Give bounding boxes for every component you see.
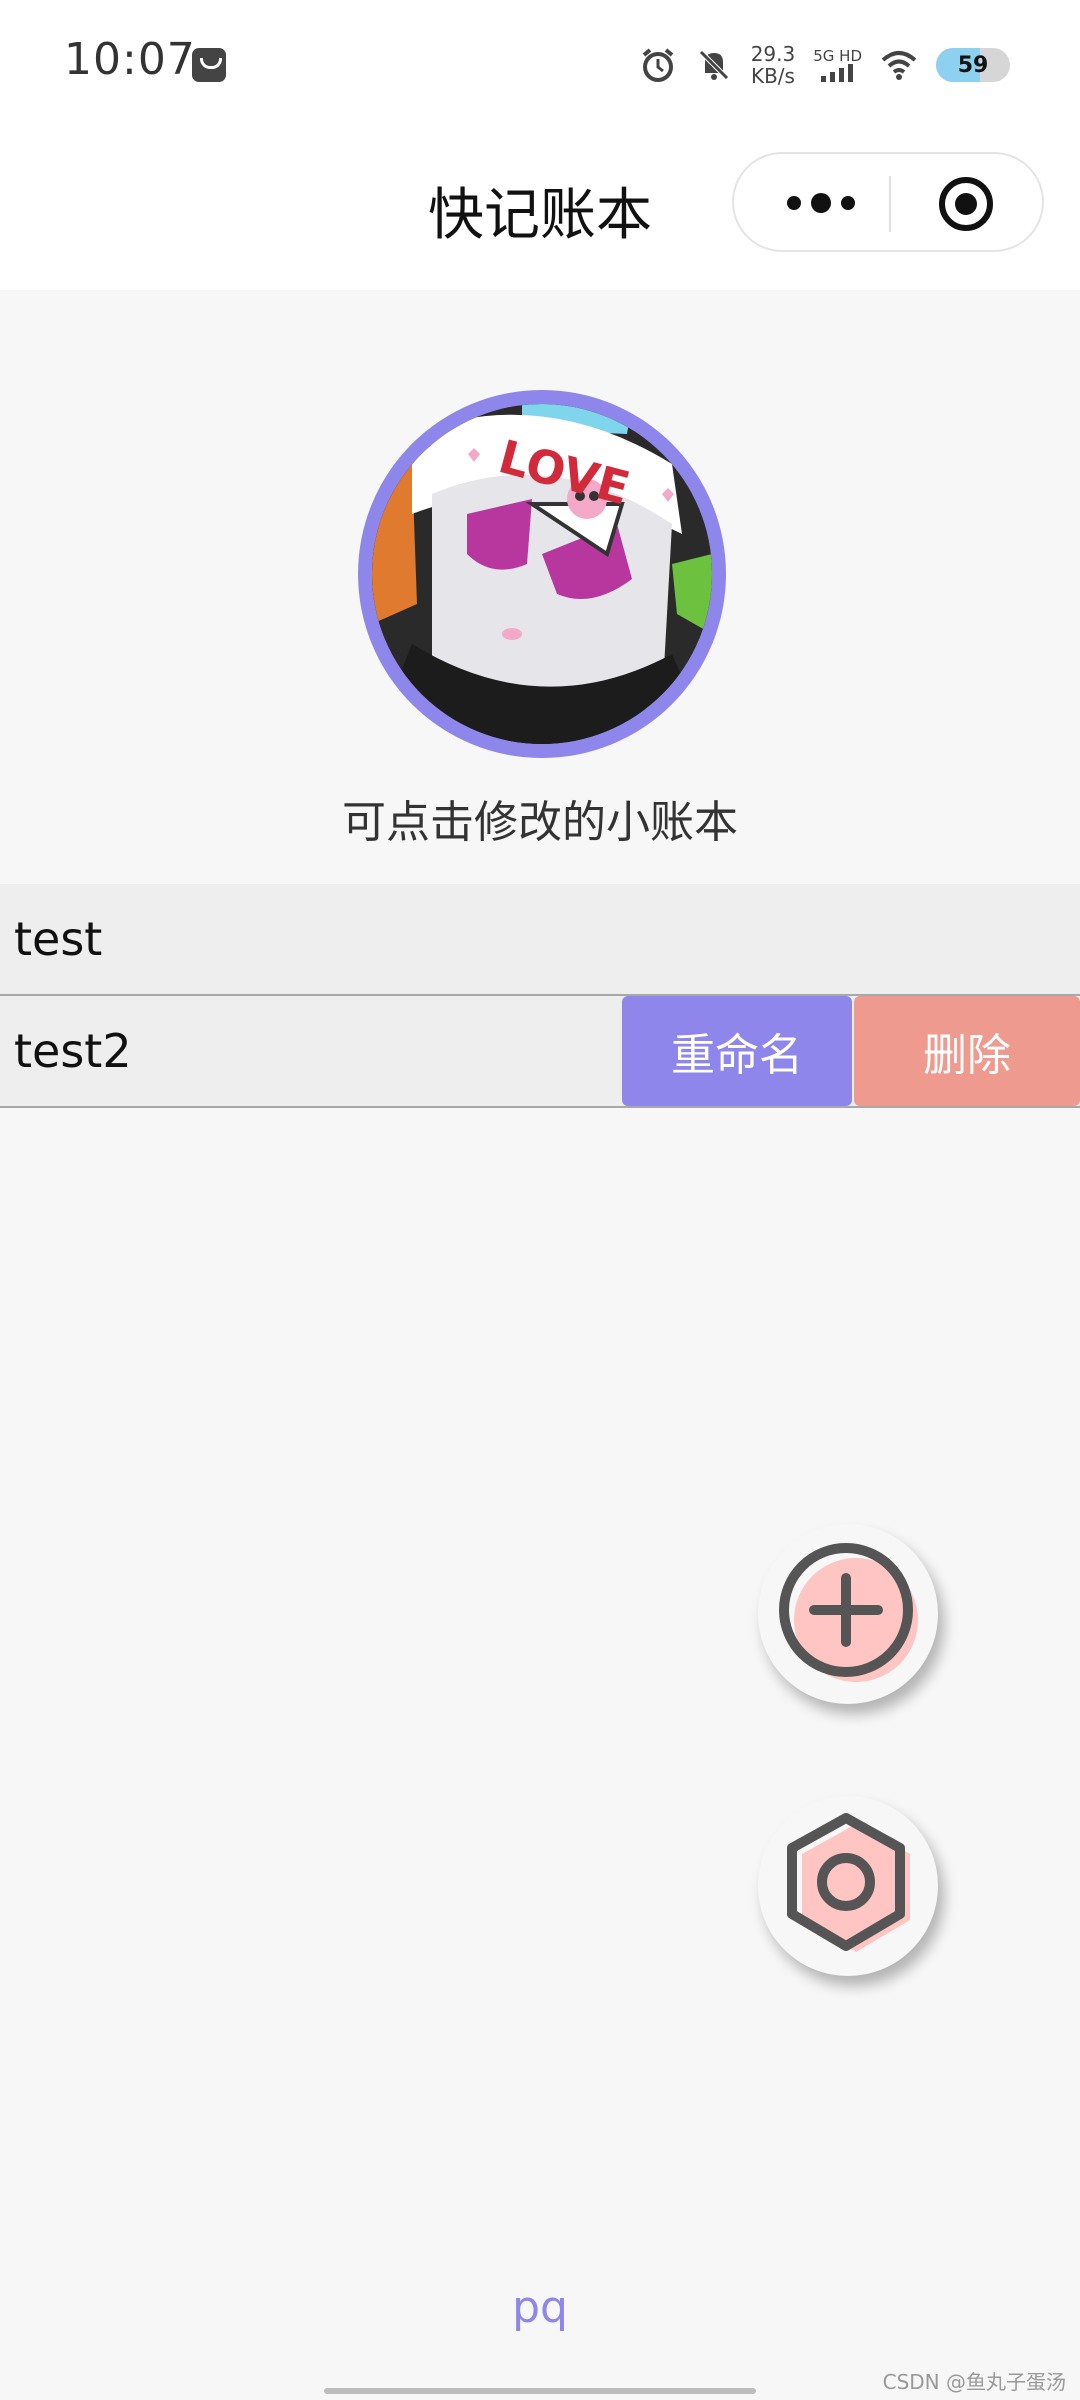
status-right-group: 29.3 KB/s 5G HD 59 — [639, 40, 1010, 90]
message-icon — [192, 48, 226, 82]
avatar-image: LOVE — [372, 404, 712, 744]
battery-level: 59 — [957, 52, 989, 78]
settings-button[interactable] — [758, 1796, 938, 1976]
more-icon[interactable] — [776, 178, 866, 228]
net-speed-unit: KB/s — [750, 64, 795, 88]
book-row-label: test — [14, 912, 103, 966]
signal-icon — [820, 64, 853, 82]
book-name[interactable]: 可点击修改的小账本 — [0, 786, 1080, 850]
avatar[interactable]: LOVE — [358, 390, 726, 758]
capsule-menu — [732, 152, 1044, 252]
close-target-icon[interactable] — [938, 176, 994, 232]
network-label: 5G HD — [813, 47, 862, 65]
net-speed-value: 29.3 — [750, 42, 796, 66]
footer-text[interactable]: pq — [0, 2282, 1080, 2333]
navigation-bar: 快记账本 — [0, 130, 1080, 290]
mute-icon — [698, 50, 729, 80]
network-indicator: 5G HD — [813, 48, 862, 82]
add-icon — [779, 1543, 918, 1682]
status-bar: 10:07 29.3 KB/s 5G HD 59 — [0, 0, 1080, 130]
home-indicator[interactable] — [324, 2388, 756, 2394]
battery-icon: 59 — [936, 48, 1010, 82]
capsule-divider — [889, 176, 891, 232]
status-time: 10:07 — [64, 34, 196, 85]
delete-button[interactable]: 删除 — [854, 996, 1080, 1106]
alarm-icon — [642, 48, 673, 82]
book-row[interactable]: test2 重命名 删除 — [0, 996, 1080, 1108]
settings-icon — [787, 1813, 910, 1952]
wifi-icon — [881, 51, 917, 80]
watermark: CSDN @鱼丸子蛋汤 — [882, 2370, 1066, 2394]
net-speed: 29.3 KB/s — [751, 43, 796, 87]
rename-button[interactable]: 重命名 — [622, 996, 852, 1106]
book-row-label: test2 — [14, 1024, 132, 1078]
book-row[interactable]: test — [0, 884, 1080, 996]
add-book-button[interactable] — [758, 1524, 938, 1704]
